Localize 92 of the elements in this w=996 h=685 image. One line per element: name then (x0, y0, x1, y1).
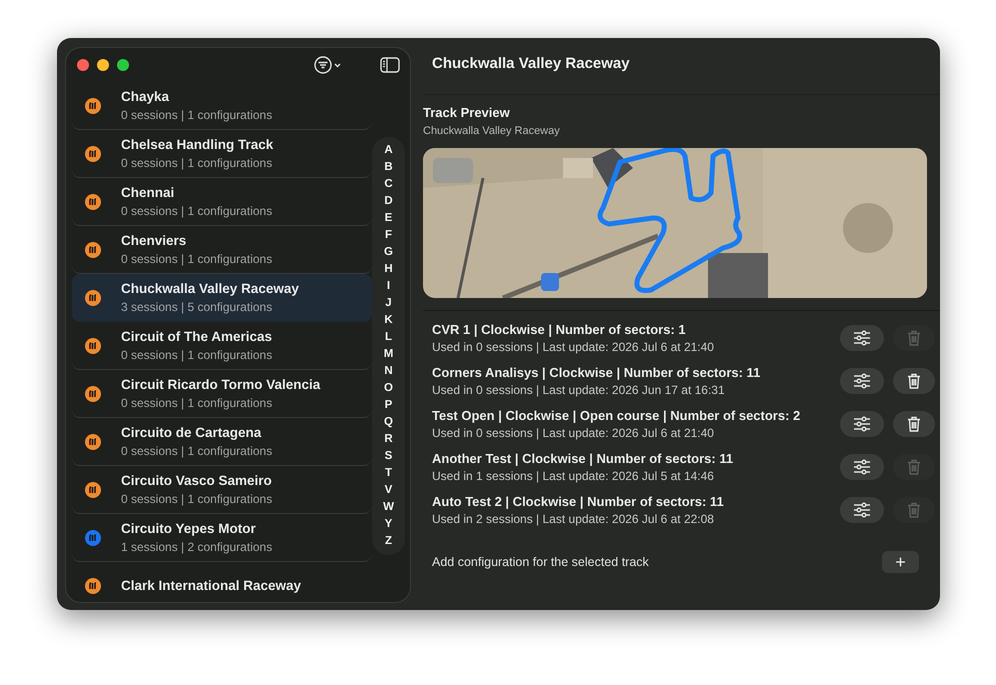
index-letter[interactable]: K (384, 312, 393, 329)
track-list-item[interactable]: Circuit of The Americas 0 sessions | 1 configurations (72, 322, 372, 370)
index-letter[interactable]: N (384, 363, 393, 380)
sliders-icon (853, 502, 871, 518)
configuration-title: Another Test | Clockwise | Number of sectors: 11 (432, 450, 734, 466)
index-letter[interactable]: V (384, 482, 392, 499)
index-letter[interactable]: L (384, 329, 392, 346)
close-button[interactable] (77, 59, 89, 71)
index-letter[interactable]: C (384, 176, 393, 193)
configuration-details: Used in 0 sessions | Last update: 2026 Jul 6 at 21:40 (432, 340, 715, 354)
track-details: 0 sessions | 1 configurations (121, 396, 274, 410)
configuration-title: Auto Test 2 | Clockwise | Number of sectors: 11 (432, 494, 725, 508)
section-subtitle: Chuckwalla Valley Raceway (423, 125, 561, 137)
index-letter[interactable]: P (384, 397, 392, 414)
trash-icon (907, 416, 921, 432)
track-name: Circuito de Cartagena (121, 425, 262, 440)
track-list-item[interactable]: Circuito de Cartagena 0 sessions | 1 configurations (72, 418, 372, 466)
track-details: 0 sessions | 1 configurations (121, 204, 272, 218)
index-letter[interactable]: Q (384, 414, 393, 431)
configuration-details: Used in 0 sessions | Last update: 2026 Jul 6 at 21:40 (432, 426, 715, 440)
track-name: Chelsea Handling Track (121, 137, 274, 152)
track-details: 1 sessions | 2 configurations (121, 540, 272, 554)
trash-icon (907, 372, 921, 388)
add-button[interactable]: + (882, 551, 919, 573)
track-details: 0 sessions | 1 configurations (121, 348, 272, 362)
track-name: Circuit of The Americas (121, 329, 272, 344)
trash-icon (907, 458, 921, 474)
track-details: 0 sessions | 1 configurations (121, 156, 274, 170)
track-name: Chenviers (121, 233, 188, 248)
sliders-icon (853, 458, 871, 474)
track-name: Chayka (121, 89, 170, 104)
sliders-icon (853, 416, 871, 432)
track-list-item[interactable]: Circuito Vasco Sameiro 0 sessions | 1 configurations (72, 466, 372, 514)
track-list-item[interactable]: Circuit Ricardo Tormo Valencia 0 sessions | 1 configurations (72, 370, 372, 418)
edit-button[interactable] (840, 410, 884, 436)
index-letter[interactable]: Z (384, 533, 392, 550)
sliders-icon (853, 330, 871, 346)
add-configuration-label: Add configuration for the selected track (432, 555, 650, 569)
index-letter[interactable]: M (384, 346, 394, 363)
track-details: 3 sessions | 5 configurations (121, 300, 274, 314)
track-list-item[interactable]: Chayka 0 sessions | 1 configurations (72, 82, 372, 130)
track-name: Chuckwalla Valley Raceway (121, 281, 299, 296)
edit-button[interactable] (840, 454, 884, 480)
window-title: Chuckwalla Valley Raceway (431, 54, 631, 74)
track-details: 0 sessions | 1 configurations (121, 444, 272, 458)
edit-button[interactable] (840, 324, 884, 350)
edit-button[interactable] (840, 496, 884, 522)
index-letter[interactable]: J (385, 295, 392, 312)
track-list-item[interactable]: Circuito Yepes Motor 1 sessions | 2 configurations (72, 514, 372, 562)
edit-button[interactable] (840, 368, 884, 394)
delete-button[interactable] (893, 368, 935, 394)
configuration-title: Corners Analisys | Clockwise | Number of sectors: 11 (432, 364, 762, 380)
track-details: 0 sessions | 1 configurations (121, 108, 272, 122)
trash-icon (907, 330, 921, 346)
track-name: Clark International Raceway (121, 578, 302, 593)
configuration-title: Test Open | Clockwise | Open course | Number of sectors: 2 (432, 408, 802, 422)
configuration-details: Used in 2 sessions | Last update: 2026 Jul 6 at 22:08 (432, 512, 715, 526)
index-letter[interactable]: T (384, 465, 392, 482)
track-list-item[interactable]: Clark International Raceway (72, 562, 372, 602)
track-details: 0 sessions | 1 configurations (121, 492, 272, 506)
index-letter[interactable]: A (384, 142, 393, 159)
index-letter[interactable]: Y (384, 516, 392, 533)
track-details: 0 sessions | 1 configurations (121, 252, 272, 266)
delete-button[interactable] (893, 410, 935, 436)
index-letter[interactable]: D (384, 193, 393, 210)
track-name: Chennai (121, 185, 176, 200)
track-name: Circuito Yepes Motor (121, 521, 257, 536)
minimize-button[interactable] (97, 59, 109, 71)
track-name: Circuito Vasco Sameiro (121, 473, 272, 488)
configuration-details: Used in 0 sessions | Last update: 2026 Jun 17 at 16:31 (432, 382, 726, 396)
index-letter[interactable]: W (383, 499, 394, 516)
index-letter[interactable]: B (384, 159, 393, 176)
index-letter[interactable]: F (384, 227, 392, 244)
index-letter[interactable]: O (384, 380, 393, 397)
sidebar-toggle-icon[interactable] (380, 57, 400, 73)
index-letter[interactable]: S (384, 448, 392, 465)
track-list-item[interactable]: Chennai 0 sessions | 1 configurations (72, 178, 372, 226)
index-letter[interactable]: R (384, 431, 393, 448)
track-name: Circuit Ricardo Tormo Valencia (121, 377, 320, 392)
zoom-button[interactable] (117, 59, 129, 71)
index-letter[interactable]: E (384, 210, 392, 227)
trash-icon (907, 502, 921, 518)
configuration-details: Used in 1 sessions | Last update: 2026 Jul 5 at 14:46 (432, 468, 715, 482)
filter-button[interactable] (314, 56, 342, 74)
track-list-item[interactable]: Chuckwalla Valley Raceway 3 sessions | 5 configurations (72, 274, 372, 322)
index-letter[interactable]: H (384, 261, 393, 278)
section-title: Track Preview (423, 105, 511, 120)
index-letter[interactable]: G (384, 244, 393, 261)
track-list-item[interactable]: Chelsea Handling Track 0 sessions | 1 configurations (72, 130, 372, 178)
index-letter[interactable]: I (386, 278, 390, 295)
configuration-title: CVR 1 | Clockwise | Number of sectors: 1 (432, 322, 687, 336)
sliders-icon (853, 372, 871, 388)
